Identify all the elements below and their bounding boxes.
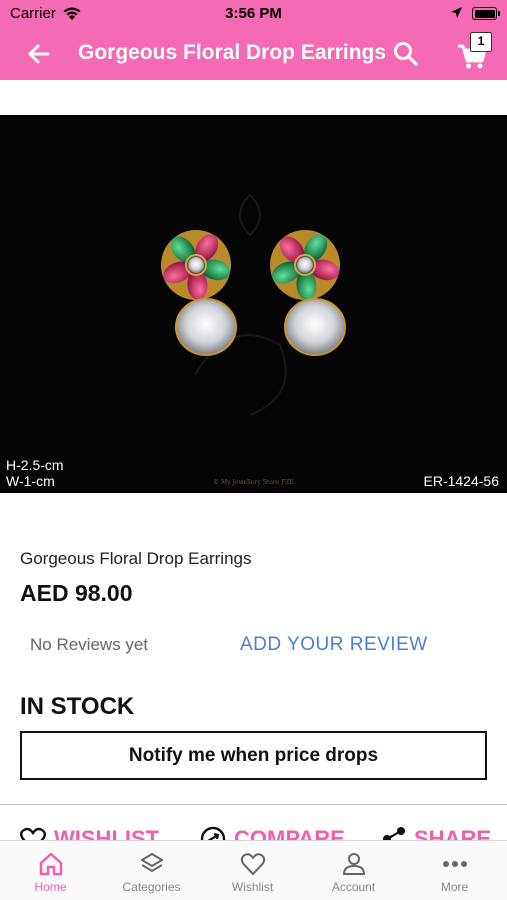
tab-categories[interactable]: Categories — [101, 841, 202, 900]
divider — [0, 804, 507, 805]
tab-home[interactable]: Home — [0, 841, 101, 900]
product-image[interactable]: H-2.5-cm W-1-cm © My Jewellery Store FZE… — [0, 115, 507, 493]
cart-count-badge: 1 — [470, 32, 492, 52]
back-arrow-icon[interactable] — [24, 40, 54, 68]
person-icon — [342, 853, 365, 875]
page-title: Gorgeous Floral Drop Earrings — [78, 41, 387, 64]
search-icon[interactable] — [392, 40, 420, 68]
add-review-link[interactable]: ADD YOUR REVIEW — [240, 634, 428, 656]
product-code: ER-1424-56 — [423, 473, 500, 489]
tab-wishlist[interactable]: Wishlist — [202, 841, 303, 900]
status-bar: Carrier 3:56 PM — [0, 0, 507, 28]
tab-more-label: More — [440, 880, 469, 894]
layers-icon — [140, 853, 163, 872]
tab-home-label: Home — [34, 880, 67, 894]
notify-price-drop-button[interactable]: Notify me when price drops — [20, 731, 487, 780]
product-price: AED 98.00 — [20, 580, 133, 606]
app-header: Gorgeous Floral Drop Earrings 1 — [0, 28, 507, 80]
earrings-photo — [161, 193, 346, 416]
product-actions: WISHLIST COMPARE SHARE — [0, 822, 507, 842]
tab-account-label: Account — [331, 880, 376, 894]
stock-status: IN STOCK — [20, 693, 135, 720]
home-icon — [39, 852, 62, 876]
more-dots-icon — [442, 861, 467, 867]
heart-icon — [240, 853, 265, 876]
tab-more[interactable]: More — [404, 841, 505, 900]
dimension-height: H-2.5-cm — [6, 457, 64, 473]
tab-categories-label: Categories — [122, 880, 181, 894]
tab-wishlist-label: Wishlist — [231, 880, 274, 894]
status-time: 3:56 PM — [225, 5, 282, 22]
product-name: Gorgeous Floral Drop Earrings — [20, 549, 252, 568]
tab-account[interactable]: Account — [303, 841, 404, 900]
reviews-status: No Reviews yet — [30, 635, 149, 654]
location-arrow-icon — [451, 7, 462, 18]
battery-icon — [472, 7, 500, 20]
bottom-tab-bar: Home Categories Wishlist Account More — [0, 840, 507, 900]
